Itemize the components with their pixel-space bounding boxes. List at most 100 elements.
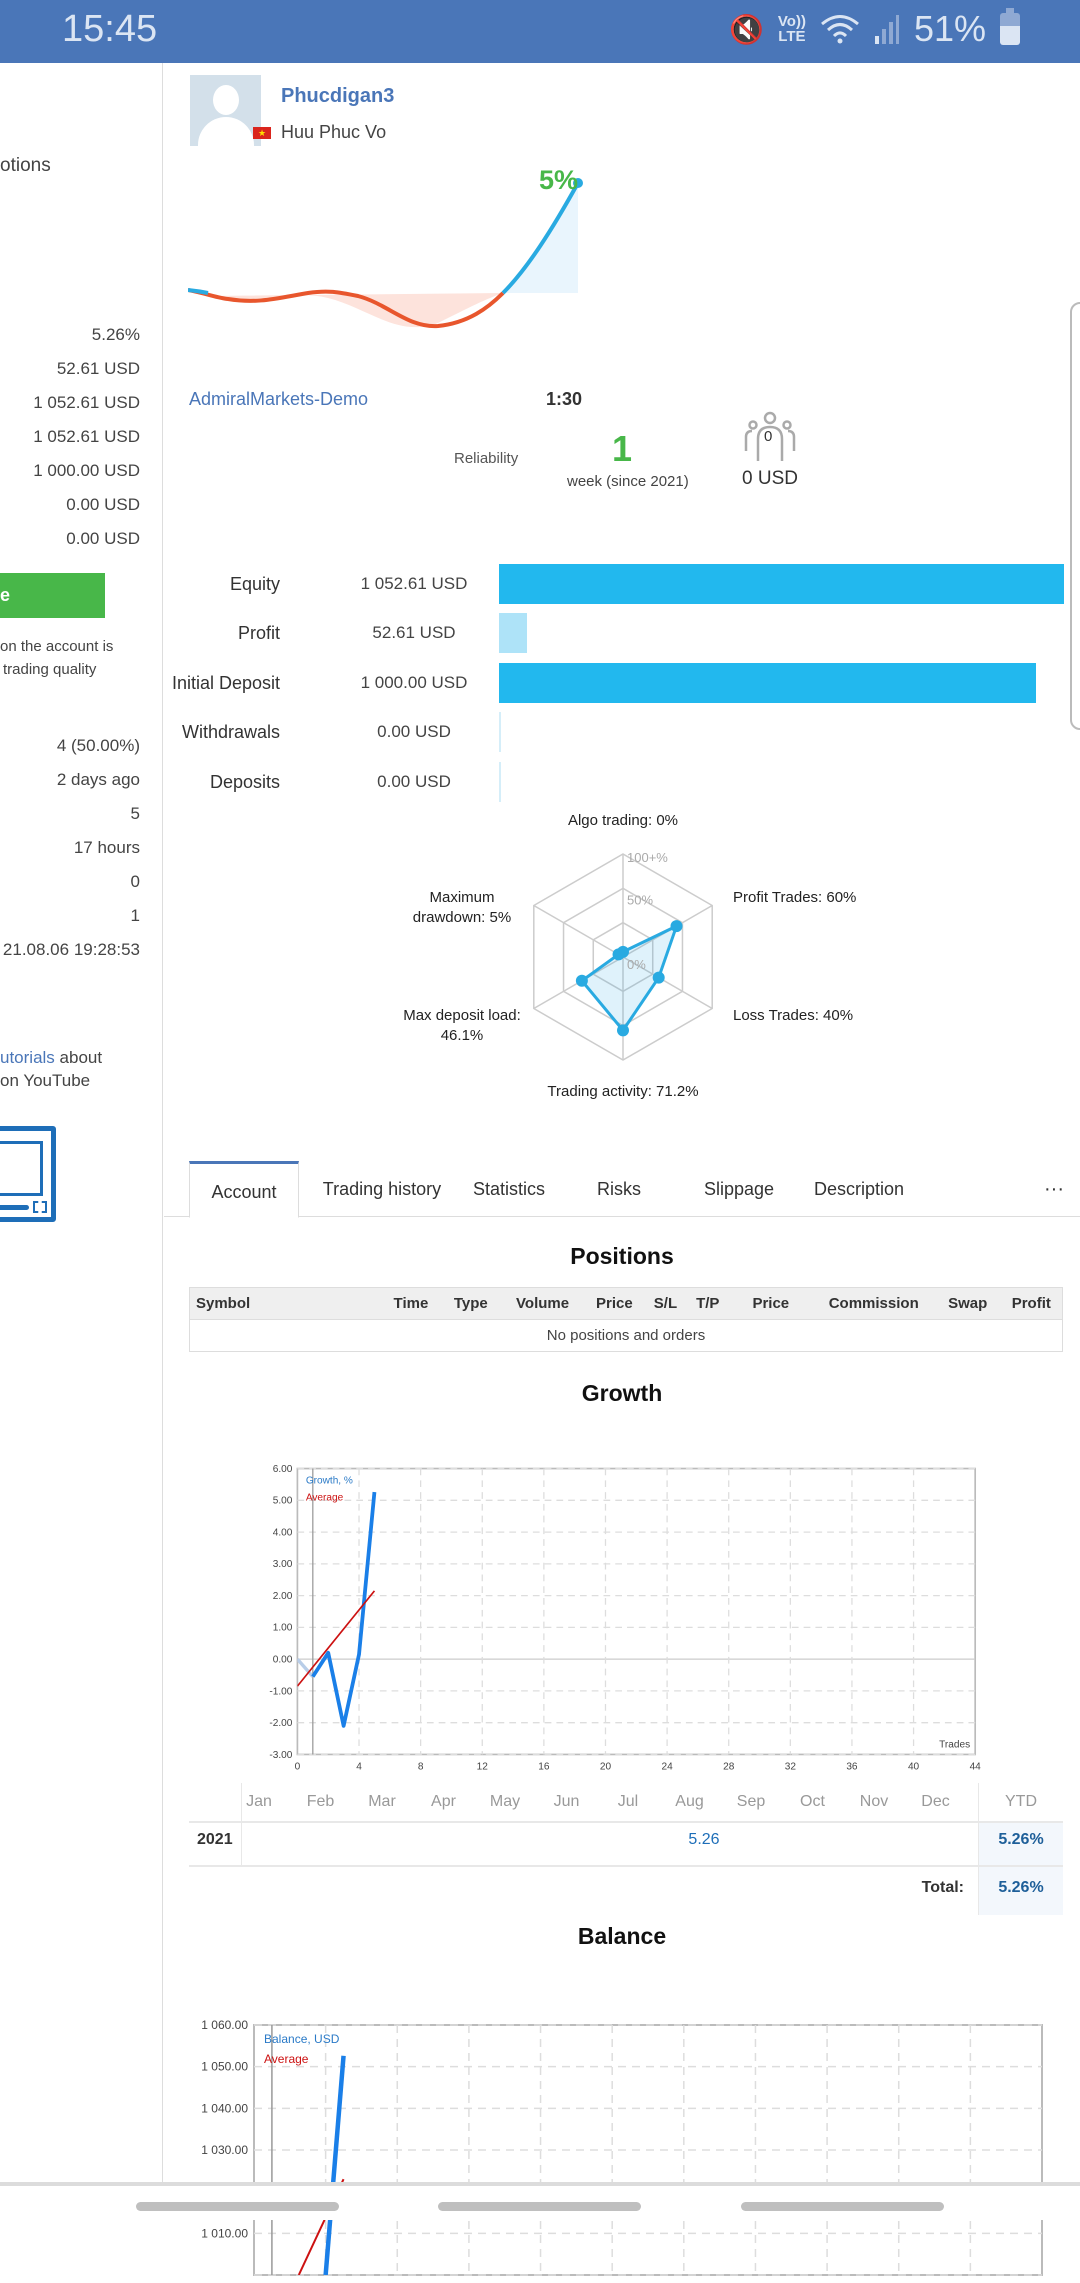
y-tick-label: -2.00 bbox=[269, 1718, 292, 1729]
column-header[interactable]: Swap bbox=[934, 1287, 1001, 1320]
growth-title: Growth bbox=[581, 1380, 663, 1406]
total-label: Total: bbox=[921, 1879, 964, 1896]
left-tutorial-line-1: utorials about bbox=[0, 1048, 102, 1068]
x-tick-label: 12 bbox=[477, 1762, 489, 1773]
radar-point bbox=[575, 974, 588, 987]
left-stat-3: 5 bbox=[130, 804, 140, 823]
tutorial-text: about bbox=[54, 1048, 103, 1067]
y-tick-label: 1 050.00 bbox=[201, 2060, 248, 2074]
y-tick-label: 0.00 bbox=[273, 1655, 293, 1666]
status-bar: 15:45 🔇 Vo)) LTE 51% bbox=[0, 0, 1080, 63]
left-value-withdrawals: 0.00 USD bbox=[66, 495, 140, 514]
signal-icon bbox=[874, 15, 899, 44]
month-header: Jan bbox=[246, 1793, 272, 1810]
radar-axis-label: Maximum bbox=[429, 889, 494, 906]
left-value-equity: 1 052.61 USD bbox=[33, 393, 140, 412]
legend-item: Growth, % bbox=[306, 1476, 353, 1487]
growth-chart: 6.00 5.00 4.00 3.00 2.00 1.00 0.00 -1.00 -2.00 -3… bbox=[269, 1464, 982, 1773]
left-value-growth: 5.26% bbox=[91, 325, 140, 344]
volte-bottom: LTE bbox=[778, 28, 806, 45]
battery-percent: 51% bbox=[913, 8, 986, 49]
video-tutorial-icon[interactable] bbox=[0, 1126, 56, 1222]
y-tick-label: 1 040.00 bbox=[201, 2101, 248, 2115]
radar-ring-label: 0% bbox=[627, 957, 646, 972]
radar-point bbox=[652, 971, 665, 984]
radar-ring-label: 50% bbox=[627, 893, 653, 908]
month-header: Feb bbox=[306, 1793, 335, 1810]
nav-back-button[interactable] bbox=[741, 2202, 944, 2211]
x-axis-label: Trades bbox=[939, 1740, 970, 1751]
radar-point bbox=[670, 920, 683, 933]
left-stat-1: 4 (50.00%) bbox=[56, 736, 140, 755]
month-header: Aug bbox=[675, 1793, 704, 1810]
y-tick-label: 2.00 bbox=[273, 1591, 293, 1602]
radar-point bbox=[612, 948, 625, 961]
status-time: 15:45 bbox=[62, 8, 158, 50]
y-tick-label: 3.00 bbox=[273, 1559, 293, 1570]
monitor-progress bbox=[0, 1205, 29, 1210]
tutorials-link[interactable]: utorials bbox=[0, 1048, 55, 1067]
x-tick-label: 16 bbox=[538, 1762, 550, 1773]
left-note-line-2: trading quality bbox=[3, 661, 97, 678]
left-value-deposits: 0.00 USD bbox=[66, 529, 140, 548]
column-header[interactable]: Price bbox=[584, 1287, 645, 1320]
left-stat-4: 17 hours bbox=[73, 838, 140, 857]
column-header[interactable]: Volume bbox=[500, 1287, 585, 1320]
fullscreen-icon bbox=[33, 1201, 47, 1213]
column-header[interactable]: Time bbox=[381, 1287, 441, 1320]
month-header: Dec bbox=[921, 1793, 950, 1810]
tab-risks[interactable]: Risks bbox=[584, 1161, 654, 1217]
divider bbox=[189, 1821, 1063, 1823]
tab-slippage[interactable]: Slippage bbox=[689, 1161, 789, 1217]
radar-axis-label: Trading activity: 71.2% bbox=[547, 1083, 698, 1100]
column-header[interactable]: S/L bbox=[644, 1287, 687, 1320]
volte-icon: Vo)) LTE bbox=[778, 14, 806, 44]
column-header[interactable]: Type bbox=[440, 1287, 501, 1320]
tab-statistics[interactable]: Statistics bbox=[464, 1161, 554, 1217]
battery-icon bbox=[1000, 8, 1020, 45]
y-tick-label: 1 010.00 bbox=[201, 2226, 248, 2240]
left-value-profit: 52.61 USD bbox=[56, 359, 140, 378]
mute-icon: 🔇 bbox=[729, 13, 764, 45]
nav-home-button[interactable] bbox=[438, 2202, 641, 2211]
x-tick-label: 28 bbox=[723, 1762, 735, 1773]
left-panel: otions 5.26% 52.61 USD 1 052.61 USD 1 05… bbox=[0, 63, 163, 2183]
left-note-line-1: on the account is bbox=[0, 638, 114, 655]
divider bbox=[189, 1865, 1063, 1867]
x-tick-label: 44 bbox=[970, 1762, 982, 1773]
column-header[interactable]: Symbol bbox=[189, 1287, 381, 1320]
month-header: Nov bbox=[859, 1793, 889, 1810]
side-panel-handle[interactable] bbox=[1070, 302, 1080, 730]
column-header[interactable]: T/P bbox=[686, 1287, 729, 1320]
y-tick-label: 1.00 bbox=[273, 1623, 293, 1634]
column-header[interactable]: Commission bbox=[812, 1287, 935, 1320]
left-stat-2: 2 days ago bbox=[56, 770, 140, 789]
ytd-header: YTD bbox=[1005, 1793, 1037, 1810]
aug-value[interactable]: 5.26 bbox=[674, 1831, 734, 1849]
wifi-icon bbox=[820, 15, 859, 44]
left-panel-title: otions bbox=[0, 155, 51, 176]
x-tick-label: 36 bbox=[846, 1762, 858, 1773]
nav-recents-button[interactable] bbox=[136, 2202, 339, 2211]
balance-chart: 1 060.001 050.001 040.001 030.001 020.00… bbox=[201, 2018, 1043, 2276]
legend-item: Average bbox=[264, 2052, 309, 2066]
column-header[interactable]: Price bbox=[728, 1287, 813, 1320]
tabs-more-button[interactable]: ··· bbox=[1034, 1161, 1074, 1217]
tab-account[interactable]: Account bbox=[189, 1161, 299, 1218]
tab-description[interactable]: Description bbox=[794, 1161, 924, 1217]
y-tick-label: 1 060.00 bbox=[201, 2018, 248, 2032]
radar-axis-label: 46.1% bbox=[441, 1027, 484, 1044]
month-header: Oct bbox=[800, 1793, 825, 1810]
subscribe-button[interactable]: e bbox=[0, 573, 105, 618]
month-header: Apr bbox=[431, 1793, 456, 1810]
radar-axis-label: Loss Trades: 40% bbox=[733, 1007, 853, 1024]
positions-table: Symbol Time Type Volume Price S/L T/P Price Comm… bbox=[189, 1287, 1063, 1352]
month-header: Jul bbox=[617, 1793, 639, 1810]
year-label: 2021 bbox=[197, 1831, 233, 1848]
x-tick-label: 24 bbox=[661, 1762, 673, 1773]
tab-trading-history[interactable]: Trading history bbox=[312, 1161, 452, 1217]
radar-ring-label: 100+% bbox=[627, 850, 668, 865]
month-header: Sep bbox=[736, 1793, 766, 1810]
column-header[interactable]: Profit bbox=[1000, 1287, 1063, 1320]
month-header: Jun bbox=[553, 1793, 580, 1810]
